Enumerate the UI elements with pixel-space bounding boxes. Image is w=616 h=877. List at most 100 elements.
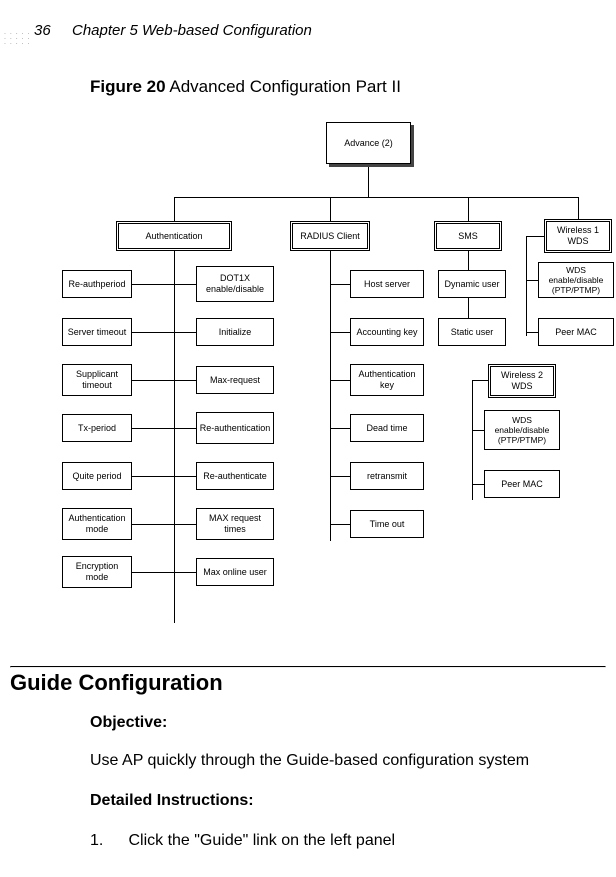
root-node: Advance (2)	[326, 122, 411, 164]
radius-item: Dead time	[350, 414, 424, 442]
label: Re-authentication	[200, 423, 271, 434]
auth-right-item: Initialize	[196, 318, 274, 346]
auth-left-item: Encryption mode	[62, 556, 132, 588]
sms-item: Static user	[438, 318, 506, 346]
connector	[468, 197, 469, 221]
auth-right-item: DOT1X enable/disable	[196, 266, 274, 302]
connector	[174, 251, 175, 623]
connector	[526, 332, 538, 333]
sms-label: SMS	[458, 231, 478, 242]
label: WDS enable/disable (PTP/PTMP)	[487, 415, 557, 446]
connector	[526, 236, 544, 237]
label: Accounting key	[356, 327, 417, 338]
diagram: Advance (2) Authentication Re-authperiod…	[58, 108, 603, 648]
connector	[526, 236, 527, 336]
sms-item: Dynamic user	[438, 270, 506, 298]
connector	[330, 428, 350, 429]
radius-node: RADIUS Client	[290, 221, 370, 251]
wds2-label: Wireless 2 WDS	[493, 370, 551, 392]
connector	[472, 380, 473, 500]
connector	[330, 524, 350, 525]
authentication-node: Authentication	[116, 221, 232, 251]
label: Authentication key	[353, 369, 421, 391]
connector	[330, 251, 331, 541]
figure-label: Figure 20	[90, 77, 166, 96]
auth-left-item: Authentication mode	[62, 508, 132, 540]
label: retransmit	[367, 471, 407, 482]
label: Static user	[451, 327, 494, 338]
connector	[368, 167, 369, 197]
objective-text: Use AP quickly through the Guide-based c…	[90, 752, 529, 770]
label: Re-authenticate	[203, 471, 267, 482]
auth-left-item: Re-authperiod	[62, 270, 132, 298]
chapter-header: Chapter 5 Web-based Configuration	[72, 22, 312, 39]
label: Initialize	[219, 327, 252, 338]
label: Tx-period	[78, 423, 116, 434]
radius-item: Host server	[350, 270, 424, 298]
label: Host server	[364, 279, 410, 290]
radius-label: RADIUS Client	[300, 231, 360, 242]
label: Peer MAC	[555, 327, 597, 338]
connector	[526, 280, 538, 281]
connector	[472, 430, 484, 431]
sms-node: SMS	[434, 221, 502, 251]
root-label: Advance (2)	[344, 138, 393, 149]
step-number: 1.	[90, 832, 124, 850]
radius-item: Authentication key	[350, 364, 424, 396]
figure-title: Advanced Configuration Part II	[169, 77, 401, 96]
page-number: 36	[34, 22, 51, 39]
wds1-label: Wireless 1 WDS	[549, 225, 607, 247]
step-text: Click the "Guide" link on the left panel	[128, 832, 395, 849]
auth-right-item: Re-authenticate	[196, 462, 274, 490]
auth-right-item: Re-authentication	[196, 412, 274, 444]
label: Dead time	[366, 423, 407, 434]
label: Max-request	[210, 375, 260, 386]
section-rule	[10, 666, 606, 668]
step-1: 1. Click the "Guide" link on the left pa…	[90, 832, 395, 850]
wds2-node: Wireless 2 WDS	[488, 364, 556, 398]
connector	[330, 197, 331, 221]
authentication-label: Authentication	[145, 231, 202, 242]
connector	[578, 197, 579, 221]
page: 36 Chapter 5 Web-based Configuration Fig…	[0, 0, 616, 877]
label: WDS enable/disable (PTP/PTMP)	[541, 265, 611, 296]
wds1-item: WDS enable/disable (PTP/PTMP)	[538, 262, 614, 298]
wds1-item: Peer MAC	[538, 318, 614, 346]
label: Peer MAC	[501, 479, 543, 490]
auth-left-item: Tx-period	[62, 414, 132, 442]
radius-item: Time out	[350, 510, 424, 538]
section-title: Guide Configuration	[10, 670, 223, 696]
label: Time out	[370, 519, 405, 530]
connector	[174, 197, 175, 221]
connector	[330, 380, 350, 381]
radius-item: retransmit	[350, 462, 424, 490]
label: Quite period	[72, 471, 121, 482]
objective-heading: Objective:	[90, 714, 167, 732]
label: DOT1X enable/disable	[199, 273, 271, 295]
radius-item: Accounting key	[350, 318, 424, 346]
label: Supplicant timeout	[65, 369, 129, 391]
label: Server timeout	[68, 327, 127, 338]
wds1-node: Wireless 1 WDS	[544, 219, 612, 253]
auth-left-item: Quite period	[62, 462, 132, 490]
auth-right-item: MAX request times	[196, 508, 274, 540]
connector	[330, 284, 350, 285]
auth-right-item: Max-request	[196, 366, 274, 394]
figure-caption: Figure 20 Advanced Configuration Part II	[90, 77, 401, 97]
label: Authentication mode	[65, 513, 129, 535]
label: Encryption mode	[65, 561, 129, 583]
connector	[174, 197, 578, 198]
label: Max online user	[203, 567, 267, 578]
connector	[472, 380, 488, 381]
wds2-item: Peer MAC	[484, 470, 560, 498]
auth-left-item: Supplicant timeout	[62, 364, 132, 396]
label: Dynamic user	[444, 279, 499, 290]
label: MAX request times	[199, 513, 271, 535]
connector	[472, 484, 484, 485]
connector	[330, 476, 350, 477]
connector	[330, 332, 350, 333]
auth-right-item: Max online user	[196, 558, 274, 586]
auth-left-item: Server timeout	[62, 318, 132, 346]
wds2-item: WDS enable/disable (PTP/PTMP)	[484, 410, 560, 450]
label: Re-authperiod	[68, 279, 125, 290]
